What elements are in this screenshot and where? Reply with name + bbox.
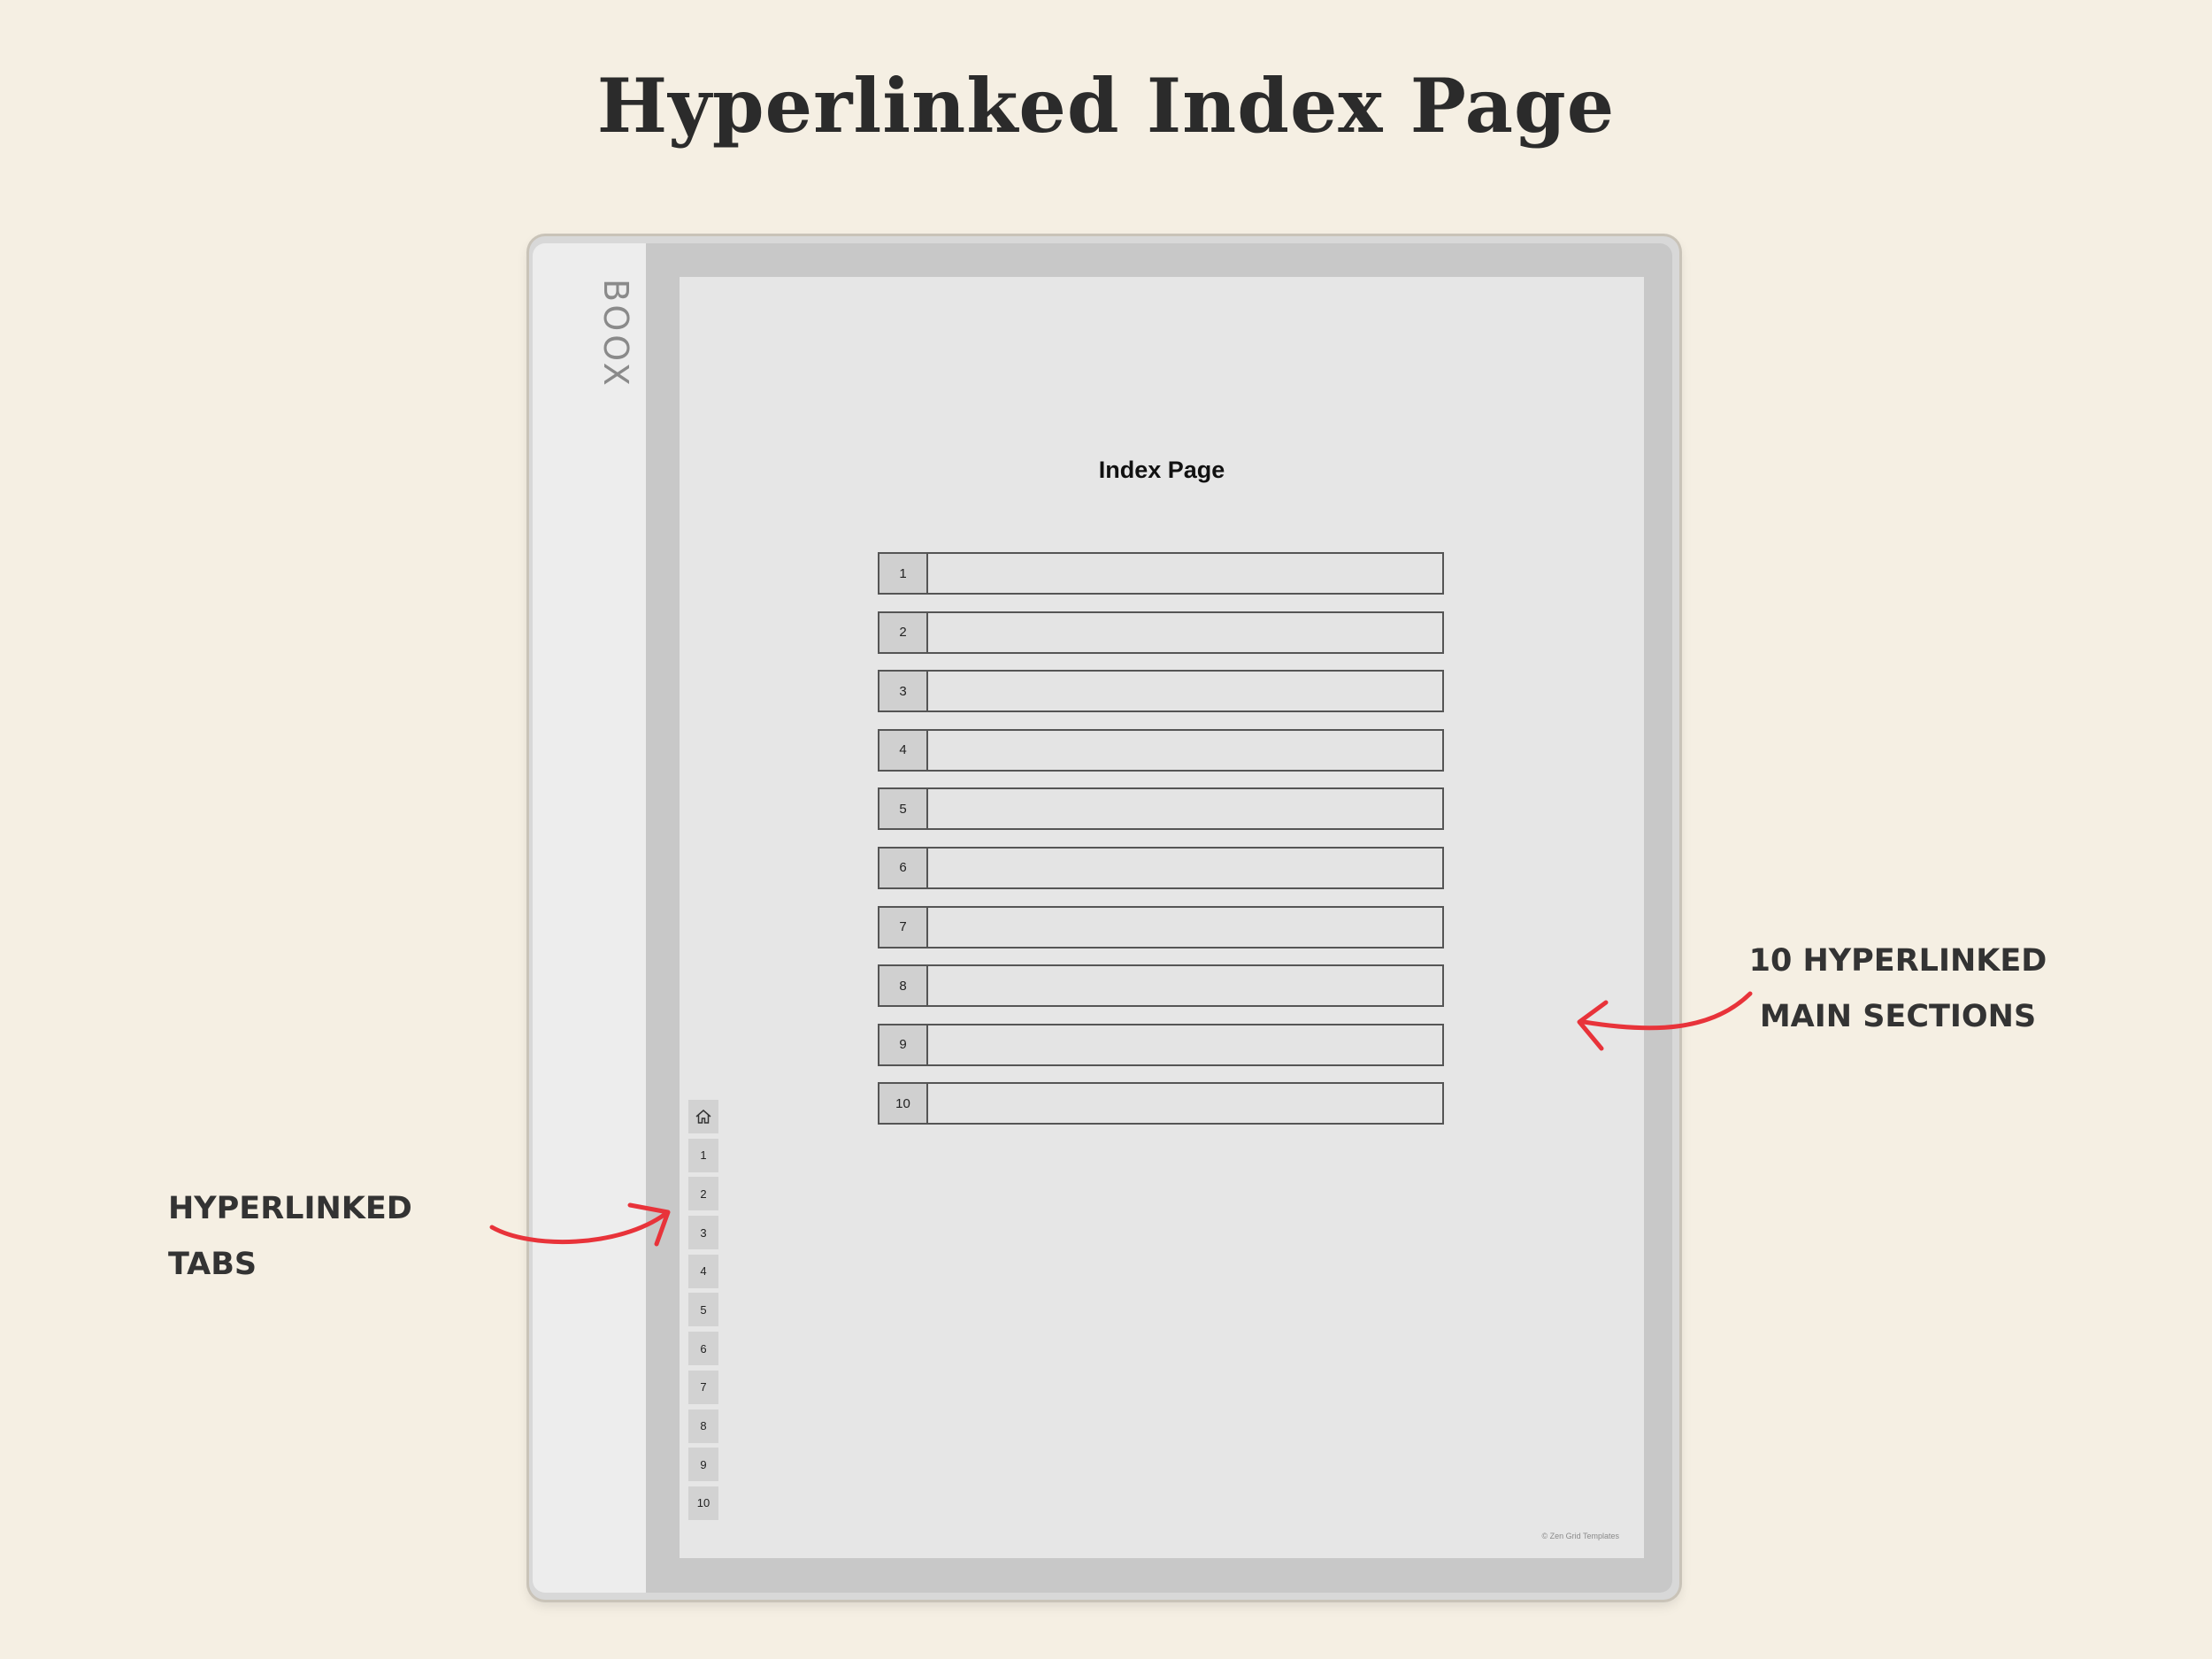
arrow-to-tabs [489, 1211, 668, 1244]
annotation-arrows [489, 991, 1753, 1247]
arrow-to-sections [1581, 991, 1753, 1031]
